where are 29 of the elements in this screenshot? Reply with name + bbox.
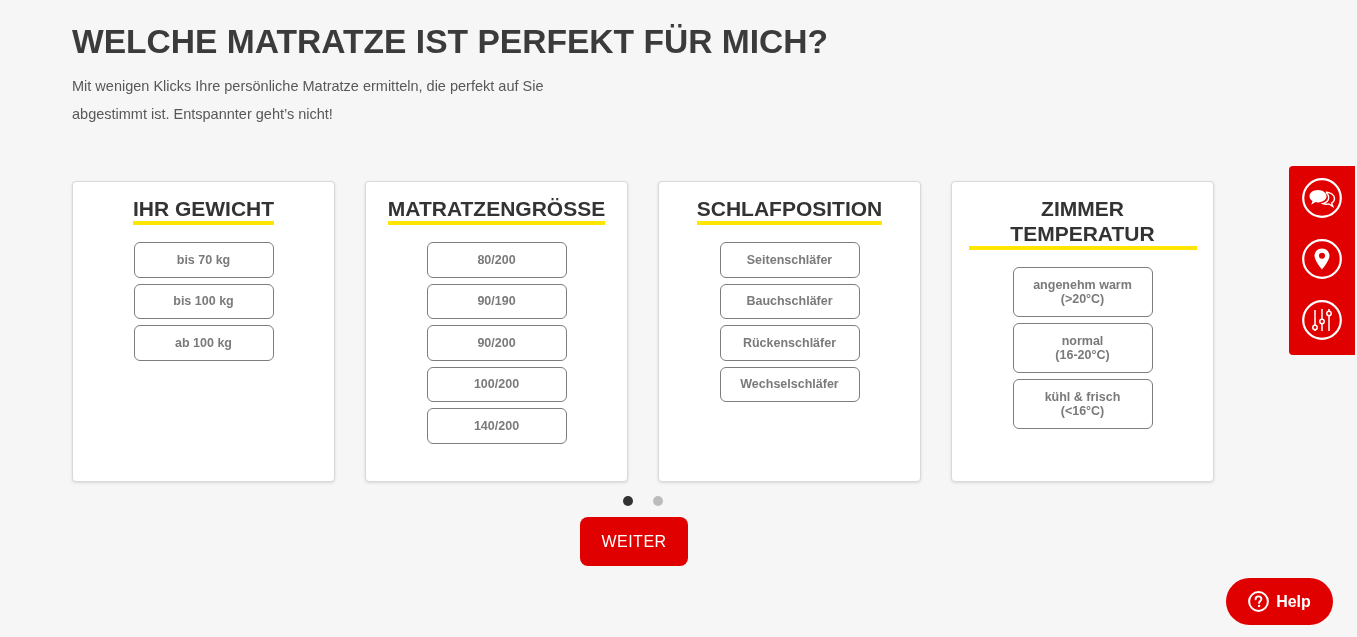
option-button[interactable]: 90/200	[426, 325, 567, 361]
chat-icon[interactable]	[1302, 178, 1342, 218]
option-button[interactable]: 80/200	[426, 242, 567, 278]
option-button[interactable]: 90/190	[426, 283, 567, 319]
option-button[interactable]: ab 100 kg	[133, 325, 274, 361]
pager-dot[interactable]	[653, 496, 663, 506]
question-circle-icon	[1248, 591, 1270, 612]
card-heading: SCHLAFPOSITION	[696, 196, 883, 225]
option-button[interactable]: Rückenschläfer	[719, 325, 860, 361]
next-button[interactable]: WEITER	[580, 517, 688, 566]
option-button[interactable]: angenehm warm (>20°C)	[1012, 267, 1153, 317]
help-button[interactable]: Help	[1226, 578, 1333, 625]
page-title: WELCHE MATRATZE IST PERFEKT FÜR MICH?	[72, 22, 829, 62]
location-pin-icon[interactable]	[1302, 239, 1342, 279]
option-button[interactable]: normal (16-20°C)	[1012, 323, 1153, 373]
card-heading: MATRATZENGRÖSSE	[387, 196, 606, 225]
pager-dot[interactable]	[623, 496, 633, 506]
option-button[interactable]: 140/200	[426, 408, 567, 444]
option-button[interactable]: kühl & frisch (<16°C)	[1012, 379, 1153, 429]
option-button[interactable]: 100/200	[426, 366, 567, 402]
option-button[interactable]: bis 70 kg	[133, 242, 274, 278]
option-button[interactable]: Seitenschläfer	[719, 242, 860, 278]
card-heading: IHR GEWICHT	[132, 196, 275, 225]
option-button[interactable]: bis 100 kg	[133, 283, 274, 319]
card-heading: ZIMMER TEMPERATUR	[968, 196, 1197, 250]
option-button[interactable]: Wechselschläfer	[719, 366, 860, 402]
sliders-icon[interactable]	[1302, 300, 1342, 340]
option-button[interactable]: Bauchschläfer	[719, 283, 860, 319]
intro-text: Mit wenigen Klicks Ihre persönliche Matratze ermitteln, die perfekt auf Sie abgestimmt ist. Entspannter geht’s nicht!	[72, 77, 545, 124]
